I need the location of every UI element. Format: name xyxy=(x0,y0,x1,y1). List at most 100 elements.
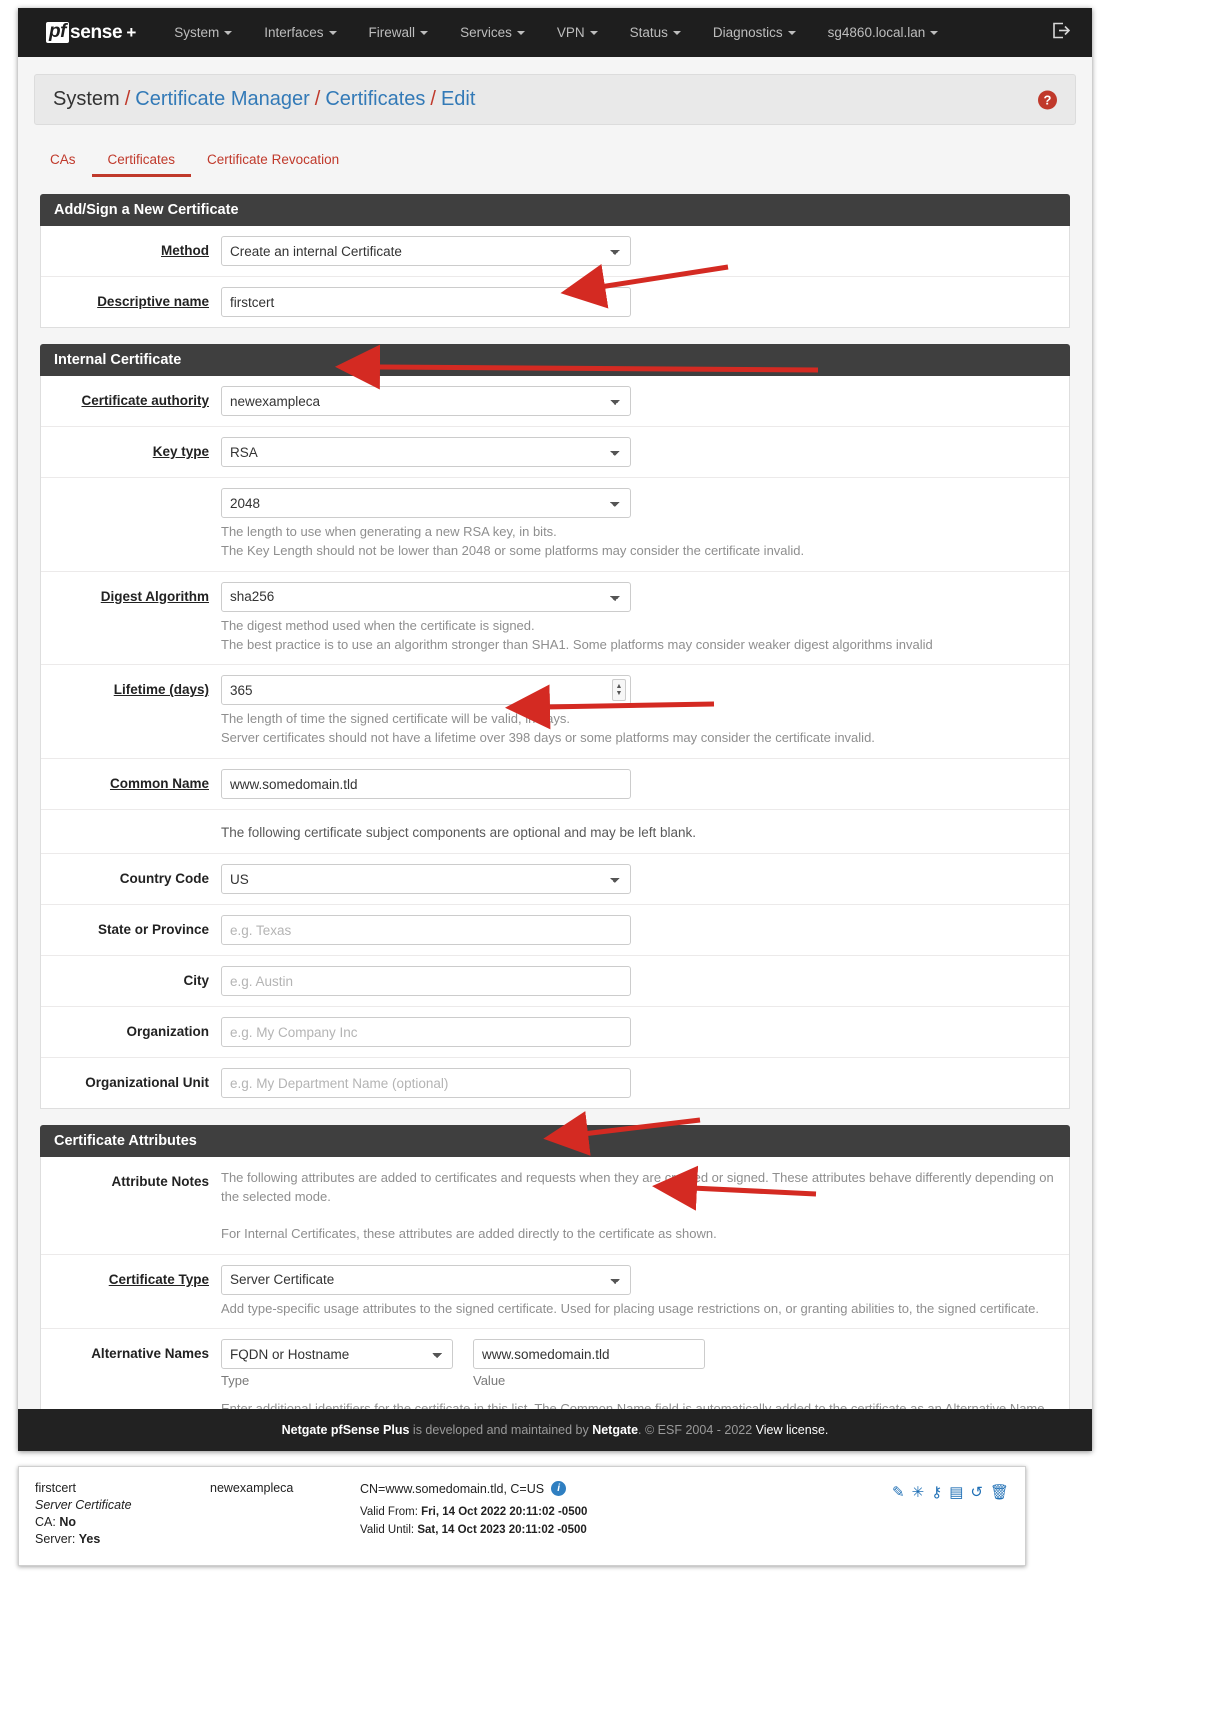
lifetime-input[interactable] xyxy=(221,675,631,706)
certificate-type-label: Certificate Type xyxy=(108,1271,209,1287)
logout-icon[interactable] xyxy=(1052,22,1071,43)
gear-icon[interactable]: ✳ xyxy=(912,1483,925,1501)
lifetime-help: The length of time the signed certificat… xyxy=(221,710,1055,748)
top-navbar: pf sense + System Interfaces Firewall Se… xyxy=(18,8,1092,57)
lifetime-help-line2: Server certificates should not have a li… xyxy=(221,730,875,746)
breadcrumb-sep-1: / xyxy=(124,88,131,110)
chevron-down-icon xyxy=(328,31,337,36)
nav-item-diagnostics[interactable]: Diagnostics xyxy=(697,19,812,46)
info-icon[interactable]: i xyxy=(551,1481,567,1496)
trash-icon[interactable]: 🗑 xyxy=(990,1483,1009,1501)
chevron-down-icon xyxy=(420,31,429,36)
key-length-select[interactable]: 2048 xyxy=(221,488,631,518)
breadcrumb-certificate-manager[interactable]: Certificate Manager xyxy=(135,88,310,110)
certificate-valid-from-row: Valid From: Fri, 14 Oct 2022 20:11:02 -0… xyxy=(360,1504,1009,1522)
nav-item-vpn[interactable]: VPN xyxy=(541,19,614,46)
tab-certificate-revocation[interactable]: Certificate Revocation xyxy=(191,145,355,177)
help-icon[interactable]: ? xyxy=(1038,90,1057,109)
quantity-stepper[interactable]: ▲ ▼ xyxy=(612,679,626,702)
pfsense-window: pf sense + System Interfaces Firewall Se… xyxy=(18,8,1092,1451)
organization-label: Organization xyxy=(126,1024,209,1040)
lifetime-help-line1: The length of time the signed certificat… xyxy=(221,711,571,727)
nav-item-services[interactable]: Services xyxy=(444,19,541,46)
certificate-actions: ✎ ✳ ⚷ ▤ ↺ 🗑 xyxy=(892,1483,1009,1501)
nav-item-system[interactable]: System xyxy=(158,19,248,46)
footer-view-license-link[interactable]: View license. xyxy=(756,1423,829,1437)
altname-type-sublabel: Type xyxy=(221,1373,250,1389)
certificate-subject: CN=www.somedomain.tld, C=US xyxy=(360,1481,545,1496)
descriptive-name-input[interactable] xyxy=(221,287,631,317)
altname-type-select[interactable]: FQDN or Hostname xyxy=(221,1339,453,1370)
key-length-help-line2: The Key Length should not be lower than … xyxy=(221,542,805,558)
certificate-issuer-col: newexampleca xyxy=(210,1481,360,1551)
internal-certificate-title: Internal Certificate xyxy=(40,344,1070,376)
digest-algorithm-select[interactable]: sha256 xyxy=(221,581,631,612)
altname-type-col: FQDN or Hostname Type xyxy=(221,1339,453,1388)
breadcrumb-text: System / Certificate Manager / Certificates /… xyxy=(53,88,475,111)
nav-item-status-label: Status xyxy=(629,25,668,40)
certificate-type-select[interactable]: Server Certificate xyxy=(221,1264,631,1295)
footer-netgate: Netgate xyxy=(592,1423,639,1437)
key-length-help: The length to use when generating a new … xyxy=(221,523,1055,561)
row-certificate-authority: Certificate authority newexampleca xyxy=(41,376,1069,427)
export-icon[interactable]: ▤ xyxy=(949,1483,963,1501)
row-certificate-type: Certificate Type Server Certificate Add … xyxy=(41,1255,1069,1330)
alternative-names-row: FQDN or Hostname Type Value xyxy=(221,1339,1055,1388)
internal-certificate-body: Certificate authority newexampleca Key t… xyxy=(40,376,1070,1110)
key-type-control: RSA xyxy=(221,437,1069,467)
certificate-valid-until-label: Valid Until: xyxy=(360,1523,415,1536)
nav-item-interfaces-label: Interfaces xyxy=(264,25,324,40)
state-input[interactable] xyxy=(221,915,631,946)
certificate-authority-select[interactable]: newexampleca xyxy=(221,386,631,416)
altname-value-input[interactable] xyxy=(473,1339,705,1370)
certificate-type-text: Server Certificate xyxy=(35,1498,132,1512)
nav-item-hostname-label: sg4860.local.lan xyxy=(827,25,926,40)
stepper-up-icon[interactable]: ▲ xyxy=(616,683,623,690)
common-name-label: Common Name xyxy=(109,776,209,792)
breadcrumb-edit[interactable]: Edit xyxy=(441,88,475,110)
pencil-icon[interactable]: ✎ xyxy=(892,1483,905,1501)
logo-pf: pf xyxy=(46,22,69,43)
digest-algorithm-help: The digest method used when the certific… xyxy=(221,617,1055,655)
tab-cas[interactable]: CAs xyxy=(34,145,92,177)
row-state: State or Province xyxy=(41,905,1069,957)
key-icon[interactable]: ⚷ xyxy=(931,1483,942,1501)
add-sign-panel-body: Method Create an internal Certificate De… xyxy=(40,226,1070,328)
common-name-input[interactable] xyxy=(221,769,631,800)
tab-bar: CAs Certificates Certificate Revocation xyxy=(34,145,1076,178)
nav-item-firewall-label: Firewall xyxy=(368,25,416,40)
nav-item-services-label: Services xyxy=(460,25,512,40)
nav-item-interfaces[interactable]: Interfaces xyxy=(248,19,352,46)
city-input[interactable] xyxy=(221,966,631,997)
country-code-control: US xyxy=(221,864,1069,895)
nav-item-hostname[interactable]: sg4860.local.lan xyxy=(812,19,955,46)
certificate-type-help: Add type-specific usage attributes to th… xyxy=(221,1300,1039,1316)
renew-icon[interactable]: ↺ xyxy=(970,1483,983,1501)
chevron-down-icon xyxy=(672,31,681,36)
key-length-control: 2048 The length to use when generating a… xyxy=(221,488,1069,561)
certificate-server-flag-label: Server: xyxy=(35,1532,76,1546)
certificate-valid-from-value: Fri, 14 Oct 2022 20:11:02 -0500 xyxy=(421,1506,588,1518)
organizational-unit-input[interactable] xyxy=(221,1068,631,1099)
row-common-name: Common Name xyxy=(41,759,1069,811)
key-type-select[interactable]: RSA xyxy=(221,437,631,467)
country-code-select[interactable]: US xyxy=(221,864,631,895)
row-descriptive-name: Descriptive name xyxy=(41,277,1069,327)
pfsense-logo[interactable]: pf sense + xyxy=(46,22,136,44)
certificate-ca-flag-label: CA: xyxy=(35,1515,56,1529)
organizational-unit-label: Organizational Unit xyxy=(85,1075,209,1091)
chevron-down-icon xyxy=(787,31,796,36)
lifetime-control: ▲ ▼ The length of time the signed certif… xyxy=(221,675,1069,748)
key-type-label: Key type xyxy=(152,444,209,459)
stepper-down-icon[interactable]: ▼ xyxy=(616,690,623,697)
nav-item-vpn-label: VPN xyxy=(556,25,585,40)
tab-certificates[interactable]: Certificates xyxy=(91,145,192,177)
attribute-notes-p2: For Internal Certificates, these attribu… xyxy=(221,1225,717,1241)
nav-item-firewall[interactable]: Firewall xyxy=(353,19,445,46)
nav-item-status[interactable]: Status xyxy=(614,19,697,46)
breadcrumb-certificates[interactable]: Certificates xyxy=(325,88,425,110)
method-select[interactable]: Create an internal Certificate xyxy=(221,236,631,266)
breadcrumb-sep-2: / xyxy=(314,88,321,110)
certificate-valid-from-label: Valid From: xyxy=(360,1506,418,1518)
organization-input[interactable] xyxy=(221,1017,631,1048)
